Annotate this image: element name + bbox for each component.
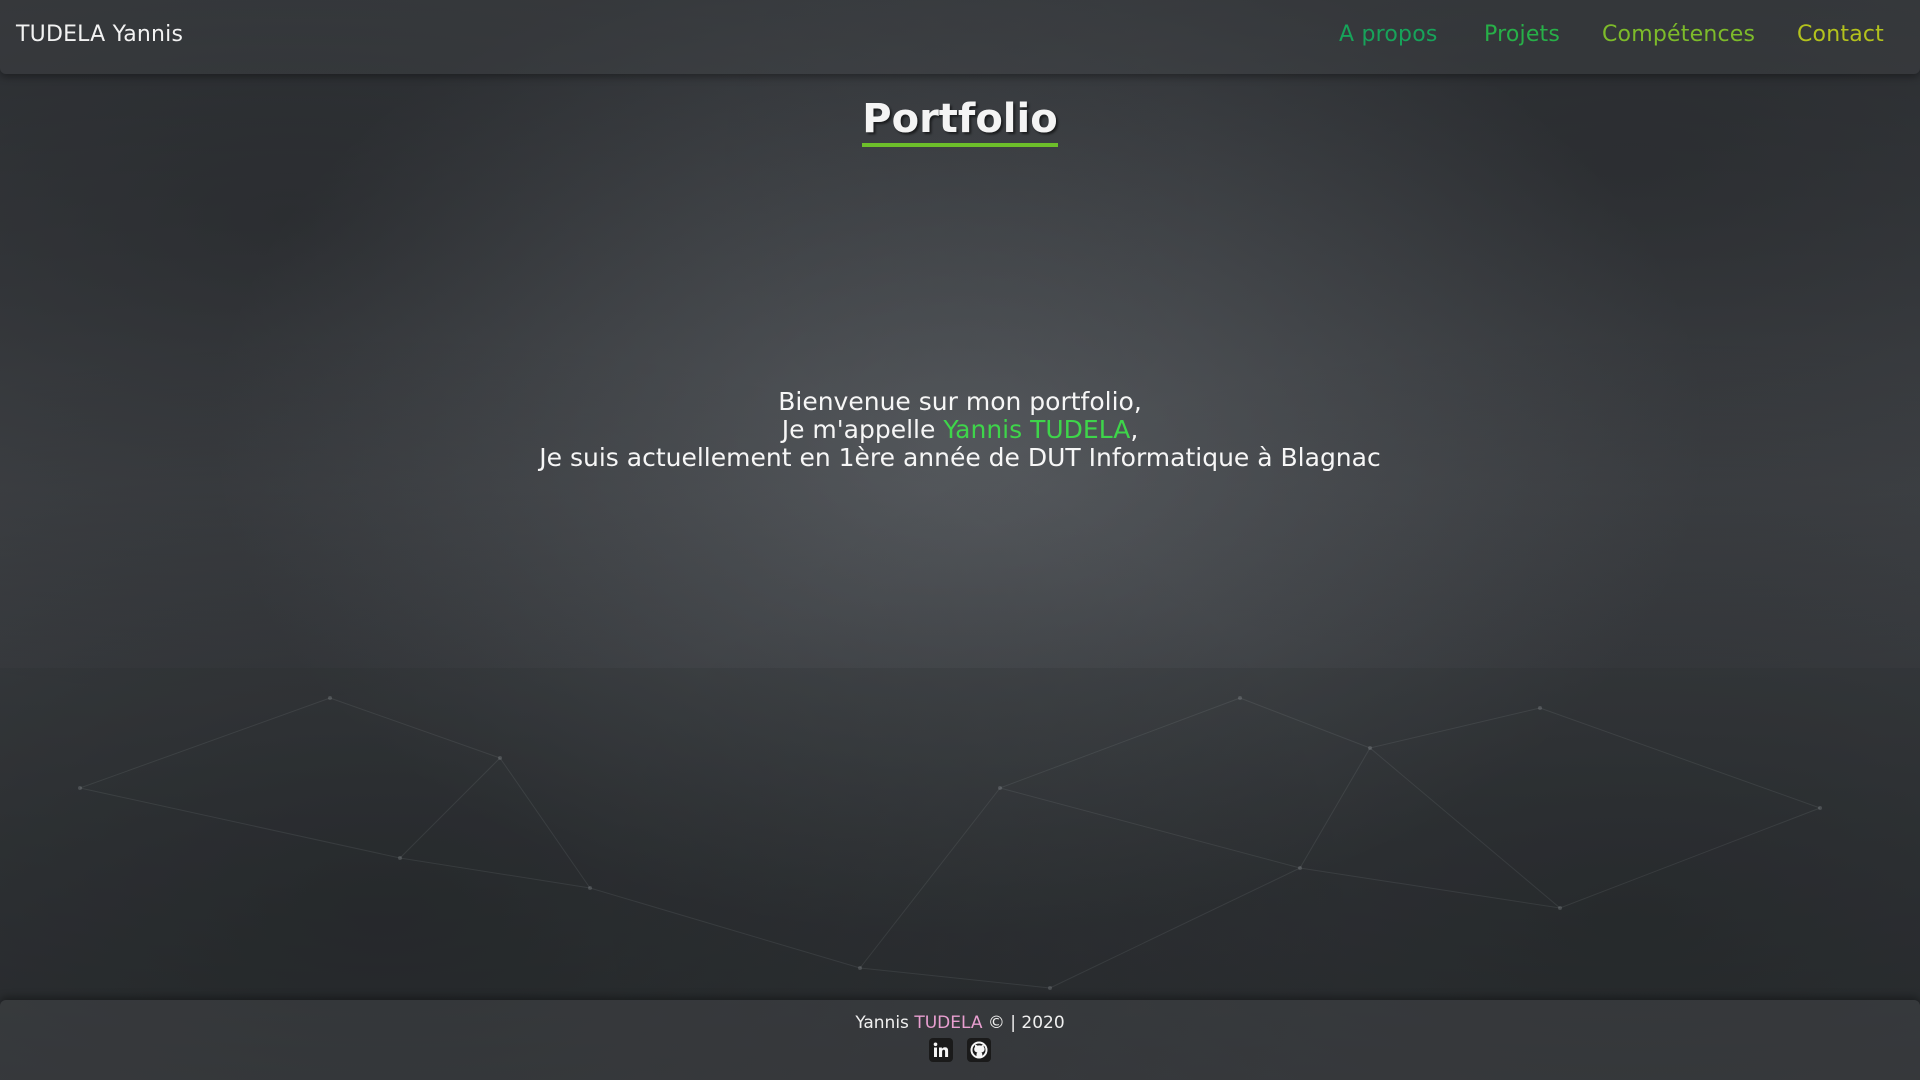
nav-link-contact[interactable]: Contact	[1797, 22, 1884, 47]
brand-name[interactable]: TUDELA Yannis	[16, 22, 183, 47]
network-lines-decoration	[78, 696, 1822, 990]
intro-name-suffix: ,	[1130, 415, 1139, 444]
nav-link-competences[interactable]: Compétences	[1602, 22, 1755, 47]
page-title-text: Portfolio	[862, 97, 1058, 147]
nav-link-projets[interactable]: Projets	[1484, 22, 1560, 47]
footer-copyright: Yannis TUDELA © | 2020	[0, 1013, 1920, 1033]
intro-line-study: Je suis actuellement en 1ère année de DU…	[539, 443, 1381, 472]
hero-section: Portfolio Bienvenue sur mon portfolio, J…	[0, 74, 1920, 668]
intro-text: Bienvenue sur mon portfolio, Je m'appell…	[0, 388, 1920, 472]
footer-name-last: TUDELA	[914, 1013, 983, 1033]
intro-line-welcome: Bienvenue sur mon portfolio,	[778, 387, 1142, 416]
page-title: Portfolio	[0, 96, 1920, 147]
github-icon	[970, 1041, 988, 1059]
intro-line-name: Je m'appelle Yannis TUDELA,	[0, 416, 1920, 444]
github-link[interactable]	[967, 1038, 991, 1062]
navbar: TUDELA Yannis A propos Projets Compétenc…	[0, 0, 1920, 74]
linkedin-link[interactable]	[929, 1038, 953, 1062]
intro-name-prefix: Je m'appelle	[781, 415, 944, 444]
nav-link-a-propos[interactable]: A propos	[1339, 22, 1438, 47]
social-links	[0, 1038, 1920, 1062]
intro-name-highlight: Yannis TUDELA	[943, 415, 1131, 444]
footer: Yannis TUDELA © | 2020	[0, 1000, 1920, 1080]
background-network-section	[0, 668, 1920, 1000]
footer-name-first: Yannis	[855, 1013, 915, 1033]
footer-copyright-year: © | 2020	[982, 1013, 1065, 1033]
linkedin-icon	[933, 1042, 949, 1057]
